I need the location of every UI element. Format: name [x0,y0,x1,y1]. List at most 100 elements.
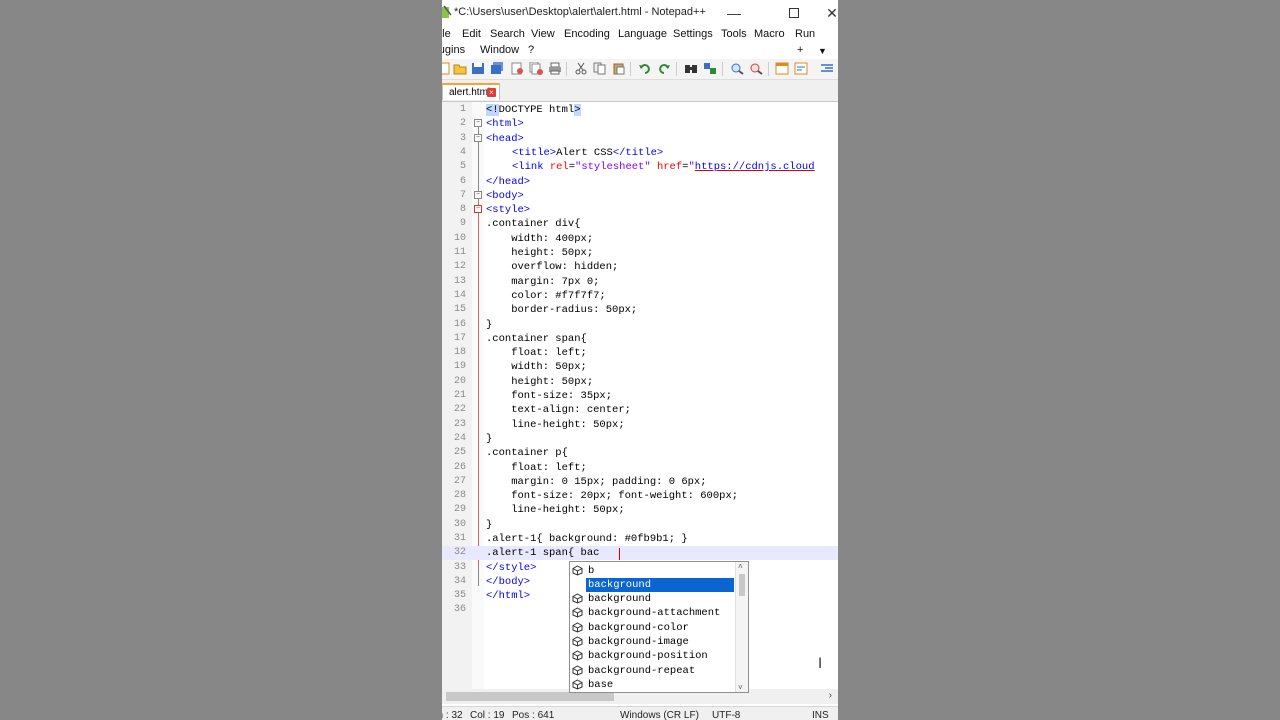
code-line: 23 line-height: 50px; [453,419,625,431]
word-wrap-icon[interactable] [794,62,808,75]
menu-search[interactable]: Search [490,28,525,40]
code-line: 6 </head> [459,176,531,188]
toolbar-separator [630,62,631,76]
autocomplete-item[interactable]: background [572,592,736,606]
maximize-button[interactable] [780,2,808,24]
autocomplete-item[interactable]: background-position [572,649,736,663]
code-line: 17 .container span{ [453,333,587,345]
tab-close-icon[interactable]: × [487,88,496,97]
undo-icon[interactable] [638,62,652,75]
zoom-out-icon[interactable] [749,62,763,75]
menu-bar: File Edit Search View Encoding Language … [442,26,838,60]
sync-scroll-icon[interactable] [775,62,789,75]
close-all-icon[interactable] [529,62,543,75]
menu-file[interactable]: File [442,28,451,40]
autocomplete-item[interactable]: background-color [572,621,736,635]
save-icon[interactable] [471,62,485,75]
scroll-up-icon[interactable]: ˄ [738,562,743,571]
autocomplete-item[interactable]: b [572,564,736,578]
copy-icon[interactable] [593,62,607,75]
fold-toggle[interactable]: – [474,205,482,213]
minimize-icon: — [727,5,741,21]
indent-guide-icon[interactable] [820,62,834,75]
fold-toggle[interactable]: – [474,134,482,142]
menu-macro[interactable]: Macro [754,28,785,40]
find-icon[interactable] [684,62,698,75]
redo-icon[interactable] [657,62,671,75]
save-all-icon[interactable] [490,62,504,75]
code-line: 16} [453,319,493,331]
code-line: 9 .container div{ [459,218,581,230]
menu-window[interactable]: Window [480,44,519,56]
status-eol: Windows (CR LF) [620,710,699,720]
window-title: *C:\Users\user\Desktop\alert\alert.html … [454,6,706,18]
autocomplete-item[interactable]: background-repeat [572,664,736,678]
code-line: 7– <body> [459,190,524,202]
notepadpp-app-icon [442,5,452,18]
code-line: 28 font-size: 20px; font-weight: 600px; [453,490,739,502]
close-icon: ✕ [826,4,838,21]
toolbar-separator [722,62,723,76]
code-line: 15 border-radius: 50px; [453,304,638,316]
text-caret [619,548,620,560]
new-file-icon[interactable] [442,62,452,75]
autocomplete-item[interactable]: background-image [572,635,736,649]
print-icon[interactable] [548,62,562,75]
menu-dropdown-icon[interactable]: ▼ [818,46,827,56]
toolbar-separator [566,62,567,76]
menu-settings[interactable]: Settings [673,28,713,40]
code-line: 3– <head> [459,133,524,145]
menu-run[interactable]: Run [795,28,815,40]
menu-plugins[interactable]: Plugins [442,44,465,56]
keyword-icon [572,593,583,604]
paste-icon[interactable] [612,62,626,75]
menu-help[interactable]: ? [528,44,534,56]
code-line: 22 text-align: center; [453,404,631,416]
scroll-down-icon[interactable]: ˅ [738,683,743,692]
autocomplete-item[interactable]: base [572,678,736,692]
keyword-icon [572,665,583,676]
tab-alert-html[interactable]: alert.html × [442,83,500,100]
menu-encoding[interactable]: Encoding [564,28,610,40]
code-line: 1 <!DOCTYPE html> [459,104,581,116]
status-mode: INS [812,710,829,720]
close-file-icon[interactable] [510,62,524,75]
toolbar [442,59,838,80]
menu-edit[interactable]: Edit [462,28,481,40]
scroll-right-icon[interactable]: › [829,690,832,701]
code-line: 24} [453,433,493,445]
cut-icon[interactable] [574,62,588,75]
mouse-ibeam-cursor-icon: I [818,656,823,672]
code-line: 18 float: left; [453,347,587,359]
autocomplete-scrollbar[interactable]: ˄ ˅ [735,562,748,692]
tab-bar: alert.html × [442,80,838,102]
toolbar-separator [676,62,677,76]
code-line: 10 width: 400px; [453,233,594,245]
code-line: 20 height: 50px; [453,376,594,388]
menu-view[interactable]: View [531,28,555,40]
scrollbar-thumb[interactable] [739,574,745,596]
zoom-in-icon[interactable] [730,62,744,75]
tab-label: alert.html [449,87,491,98]
fold-toggle[interactable]: – [474,191,482,199]
code-line: 11 height: 50px; [453,247,594,259]
close-window-button[interactable]: ✕ [818,2,838,24]
scrollbar-thumb[interactable] [446,692,614,701]
status-line: Ln : 32 [442,710,463,720]
code-line: 25 .container p{ [453,447,568,459]
menu-plus-button[interactable]: + [797,44,803,56]
open-file-icon[interactable] [453,62,467,75]
menu-tools[interactable]: Tools [721,28,747,40]
keyword-icon [572,607,583,618]
code-line: 8– <style> [459,204,531,216]
replace-icon[interactable] [703,62,717,75]
code-line: 5 <link rel="stylesheet" href="https://cd… [459,161,815,173]
code-line: 27 margin: 0 15px; padding: 0 6px; [453,476,707,488]
code-line: 21 font-size: 35px; [453,390,613,402]
minimize-button[interactable]: — [720,2,748,24]
menu-language[interactable]: Language [618,28,667,40]
autocomplete-item[interactable]: background-attachment [572,606,736,620]
code-line: 29 line-height: 50px; [453,504,625,516]
autocomplete-item-selected[interactable]: background [572,578,736,592]
fold-toggle[interactable]: – [474,119,482,127]
